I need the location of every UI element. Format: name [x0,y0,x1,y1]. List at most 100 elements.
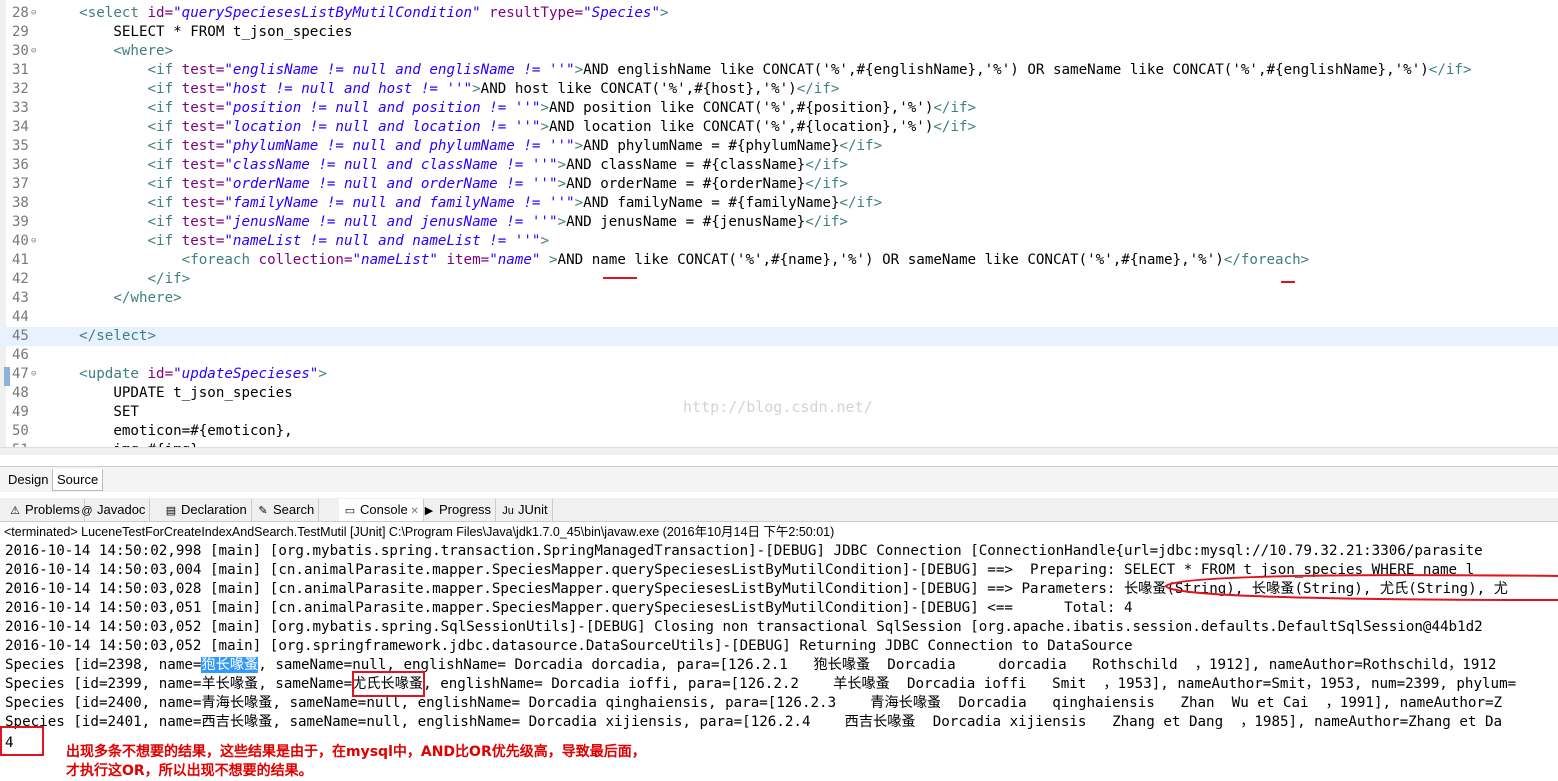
xml-tag: <if [45,100,182,116]
console-line: 2016-10-14 14:50:02,998 [main] [org.myba… [5,543,1483,559]
species-result-line: Species [id=2401, name=西吉长喙蚤, sameName=n… [5,713,1502,732]
editor-mode-tabs: Design Source [0,466,1558,492]
xml-tag: <if [45,233,182,249]
tab-label: Javadoc [97,502,146,517]
tab-label: Problems [25,502,80,517]
xml-attribute: item= [437,252,490,268]
tab-problems[interactable]: ⚠ Problems [4,499,85,521]
console-line: 2016-10-14 14:50:03,052 [main] [org.spri… [5,638,1133,654]
tab-console[interactable]: ▭ Console ✕ [339,499,424,521]
tab-progress[interactable]: ▶ Progress [418,499,497,521]
watermark: http://blog.csdn.net/ [683,398,873,416]
xml-tag: <select [45,5,148,21]
code-line: 39 <if test="jenusName != null and jenus… [0,213,1558,232]
sql-text: AND orderName = #{orderName} [566,176,806,192]
xml-editor[interactable]: 28 ⊖ <select id="querySpeciesesListByMuti… [0,0,1558,455]
line-number: 38 [12,195,29,211]
code-text: <where> [45,42,173,61]
sql-text: AND position like CONCAT('%',#{position}… [548,100,934,116]
xml-attribute-value: "nameList" [352,252,438,268]
fold-toggle-icon[interactable]: ⊖ [31,232,36,251]
result-prefix: Species [id=2401, name=西吉长喙蚤, sameName=n… [5,714,1503,730]
fold-toggle-icon[interactable]: ⊖ [31,42,36,61]
line-number: 42 [12,271,29,287]
xml-attribute: test= [181,62,225,78]
tab-junit[interactable]: Ju JUnit [497,499,553,521]
code-text: <if test="className != null and classNam… [45,156,848,175]
tab-design[interactable]: Design [4,469,52,491]
code-text: </where> [45,289,181,308]
code-line: 31 <if test="englisName != null and engl… [0,61,1558,80]
xml-tag: </if> [805,157,848,173]
code-text: <if test="location != null and location … [45,118,976,137]
sql-text: UPDATE t_json_species [45,385,293,401]
annotation-line-1: 出现多条不想要的结果，这些结果是由于，在mysql中，AND比OR优先级高，导致… [66,744,646,760]
result-suffix: , englishName= Dorcadia ioffi, para=[126… [423,676,1517,692]
xml-tag: > [557,176,567,192]
progress-icon: ▶ [424,505,434,517]
xml-tag: > [574,195,584,211]
tab-declaration[interactable]: ▤ Declaration [160,499,252,521]
xml-attribute: test= [181,119,225,135]
fold-toggle-icon[interactable]: ⊖ [31,4,36,23]
line-number: 48 [12,385,29,401]
fold-toggle-icon[interactable]: ⊖ [31,365,36,384]
tab-search[interactable]: ✎ Search [252,499,320,521]
xml-attribute-value: "location != null and location != ''" [224,119,541,135]
line-number: 32 [12,81,29,97]
xml-tag: </if> [1428,62,1472,78]
tab-label: Progress [439,502,492,517]
xml-attribute: test= [181,195,225,211]
sql-text: AND englishName like CONCAT('%',#{englis… [583,62,1429,78]
xml-attribute-value: "nameList != null and nameList != ''" [224,233,541,249]
code-text: <update id="updateSpecieses"> [45,365,327,384]
result-suffix: , sameName=null, englishName= Dorcadia d… [258,657,1497,673]
xml-attribute: collection= [258,252,353,268]
javadoc-icon: @ [81,505,93,517]
xml-attribute-value: "updateSpecieses" [173,366,319,382]
view-tabs: ⚠ Problems @ Javadoc ▤ Declaration ✎ Search ▭ Con… [0,498,1558,522]
result-prefix: Species [id=2398, name= [5,657,202,673]
species-result-line: Species [id=2399, name=羊长喙蚤, sameName=尤氏… [5,675,1516,694]
xml-tag: </if> [839,195,883,211]
xml-tag: <update [45,366,148,382]
xml-attribute-value: "Species" [583,5,660,21]
line-number: 37 [12,176,29,192]
tab-source[interactable]: Source [52,469,104,491]
annotation-line-2: 才执行这OR，所以出现不想要的结果。 [66,763,313,779]
code-text: <if test="jenusName != null and jenusNam… [45,213,847,232]
console-line: 2016-10-14 14:50:03,052 [main] [org.myba… [5,619,1483,635]
xml-tag: <where> [45,43,174,59]
search-icon: ✎ [258,505,268,517]
xml-tag: </if> [933,119,977,135]
result-prefix: Species [id=2400, name=青海长喙蚤, sameName=n… [5,695,1503,711]
line-number: 39 [12,214,29,230]
code-text: <foreach collection="nameList" item="nam… [45,251,1310,270]
editor-horizontal-scrollbar[interactable] [0,447,1558,455]
xml-attribute: test= [181,81,225,97]
sql-text: emoticon=#{emoticon}, [45,423,293,439]
code-text: <select id="querySpeciesesListByMutilCon… [45,4,668,23]
species-result-line: Species [id=2400, name=青海长喙蚤, sameName=n… [5,694,1502,713]
tab-label: Search [273,502,315,517]
annotation-underline [603,277,637,279]
code-line: 32 <if test="host != null and host != ''… [0,80,1558,99]
console-icon: ▭ [344,505,356,517]
junit-icon: Ju [502,505,514,517]
line-number: 43 [12,290,29,306]
line-number: 36 [12,157,29,173]
annotation-underline [1281,281,1295,283]
xml-attribute: test= [181,157,225,173]
declaration-icon: ▤ [165,505,177,517]
code-line: 40 ⊖ <if test="nameList != null and nameL… [0,232,1558,251]
result-prefix: Species [id=2399, name=羊长喙蚤, sameName= [5,676,353,692]
sql-text: AND jenusName = #{jenusName} [566,214,806,230]
xml-tag: </if> [839,138,883,154]
code-text: <if test="phylumName != null and phylumN… [45,137,882,156]
code-text: emoticon=#{emoticon}, [45,422,293,441]
code-text: <if test="host != null and host != ''">A… [45,80,839,99]
xml-attribute-value: "phylumName != null and phylumName != ''… [224,138,575,154]
xml-attribute-value: "querySpeciesesListByMutilCondition" [173,5,481,21]
tab-javadoc[interactable]: @ Javadoc [76,499,151,521]
code-line: 43 </where> [0,289,1558,308]
